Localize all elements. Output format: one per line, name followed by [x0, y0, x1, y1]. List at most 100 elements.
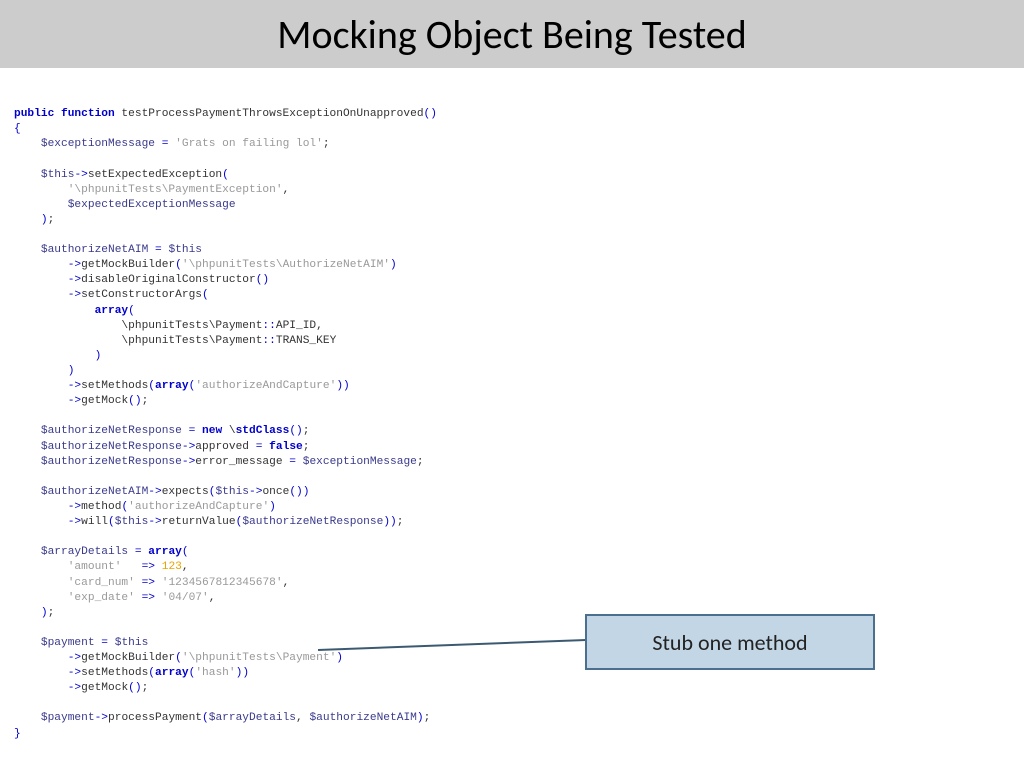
paren: (	[148, 667, 155, 679]
var: $exceptionMessage	[41, 138, 155, 150]
arrow: ->	[74, 169, 87, 181]
method: expects	[162, 486, 209, 498]
slide-header: Mocking Object Being Tested	[0, 0, 1024, 68]
var: $expectedExceptionMessage	[68, 199, 236, 211]
str: '04/07'	[162, 592, 209, 604]
class-ref: \phpunitTests\Payment	[121, 320, 262, 332]
str: '\phpunitTests\Payment'	[182, 652, 336, 664]
op: =	[249, 441, 269, 453]
callout-box: Stub one method	[585, 614, 875, 670]
comma: ,	[316, 320, 323, 332]
var: $this	[115, 516, 149, 528]
slide-title: Mocking Object Being Tested	[277, 10, 746, 59]
op: =	[128, 546, 148, 558]
var: $arrayDetails	[41, 546, 128, 558]
comma: ,	[283, 184, 290, 196]
paren: (	[128, 305, 135, 317]
arrow: ->	[68, 289, 81, 301]
method: method	[81, 501, 121, 513]
str: 'card_num'	[68, 577, 142, 589]
var: $authorizeNetAIM	[41, 244, 148, 256]
arrow: ->	[68, 682, 81, 694]
method: getMock	[81, 682, 128, 694]
method: setExpectedException	[88, 169, 222, 181]
var: $payment	[41, 712, 95, 724]
var: $this	[115, 637, 149, 649]
var: $authorizeNetAIM	[41, 486, 148, 498]
method: processPayment	[108, 712, 202, 724]
kw-false: false	[269, 441, 303, 453]
parens: ()	[424, 108, 437, 120]
semi: ;	[397, 516, 404, 528]
paren: (	[175, 652, 182, 664]
callout-label: Stub one method	[652, 629, 807, 656]
const: API_ID	[276, 320, 316, 332]
comma: ,	[296, 712, 309, 724]
paren: )	[68, 365, 75, 377]
arrow: ->	[182, 456, 195, 468]
arrow: ->	[68, 259, 81, 271]
paren: ()	[128, 395, 141, 407]
method: getMockBuilder	[81, 259, 175, 271]
num: 123	[162, 561, 182, 573]
str: 'authorizeAndCapture'	[195, 380, 336, 392]
paren: )	[95, 350, 102, 362]
arrow: ->	[182, 441, 195, 453]
arrow: ->	[68, 667, 81, 679]
paren: ()	[256, 274, 269, 286]
str: 'Grats on failing lol'	[175, 138, 323, 150]
arrow: ->	[68, 380, 81, 392]
paren: )	[417, 712, 424, 724]
semi: ;	[142, 682, 149, 694]
str: 'authorizeAndCapture'	[128, 501, 269, 513]
paren: )	[41, 214, 48, 226]
var: $this	[41, 169, 75, 181]
dbl-colon: ::	[262, 320, 275, 332]
kw-new: new	[202, 425, 229, 437]
class: stdClass	[236, 425, 290, 437]
method: once	[262, 486, 289, 498]
paren: ))	[236, 667, 249, 679]
method: getMockBuilder	[81, 652, 175, 664]
arrow: ->	[68, 516, 81, 528]
semi: ;	[417, 456, 424, 468]
class-ref: \phpunitTests\Payment	[121, 335, 262, 347]
str: 'exp_date'	[68, 592, 142, 604]
method: will	[81, 516, 108, 528]
op: =	[148, 244, 168, 256]
semi: ;	[48, 214, 55, 226]
paren: )	[336, 652, 343, 664]
paren: )	[41, 607, 48, 619]
paren: (	[148, 380, 155, 392]
op: =	[283, 456, 303, 468]
brace-open: {	[14, 123, 21, 135]
var: $authorizeNetResponse	[41, 441, 182, 453]
paren: (	[108, 516, 115, 528]
paren: ))	[383, 516, 396, 528]
str: '1234567812345678'	[162, 577, 283, 589]
str: 'amount'	[68, 561, 142, 573]
var: $this	[215, 486, 249, 498]
arrow: ->	[68, 395, 81, 407]
ns: \	[229, 425, 236, 437]
method: disableOriginalConstructor	[81, 274, 256, 286]
arrow: ->	[95, 712, 108, 724]
op: =	[182, 425, 202, 437]
op: =	[95, 637, 115, 649]
method: returnValue	[162, 516, 236, 528]
paren: ()	[128, 682, 141, 694]
paren: (	[182, 546, 189, 558]
comma: ,	[182, 561, 189, 573]
method: setConstructorArgs	[81, 289, 202, 301]
arrow: ->	[68, 274, 81, 286]
fn-name: testProcessPaymentThrowsExceptionOnUnapp…	[121, 108, 423, 120]
paren: (	[202, 712, 209, 724]
var: $authorizeNetResponse	[242, 516, 383, 528]
dbl-colon: ::	[262, 335, 275, 347]
comma: ,	[209, 592, 216, 604]
semi: ;	[303, 441, 310, 453]
kw-array: array	[95, 305, 129, 317]
var: $exceptionMessage	[303, 456, 417, 468]
var: $this	[168, 244, 202, 256]
semi: ;	[48, 607, 55, 619]
